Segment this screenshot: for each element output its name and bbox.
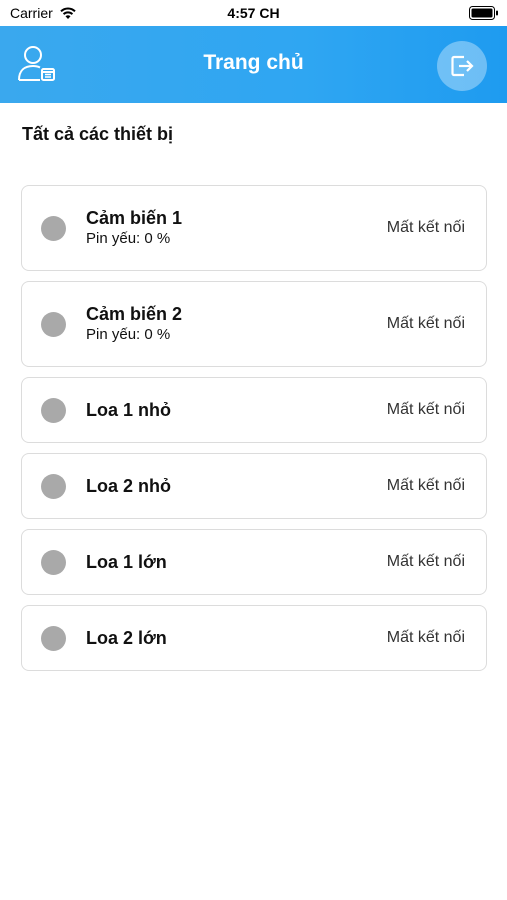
device-card-cam-bien-1[interactable]: Cảm biến 1 Pin yếu: 0 % Mất kết nối: [21, 185, 487, 271]
status-dot: [41, 550, 66, 575]
device-name: Cảm biến 2: [86, 304, 183, 324]
status-dot: [41, 312, 66, 337]
device-status: Mất kết nối: [386, 219, 465, 236]
app-header: Trang chủ: [0, 26, 507, 103]
device-card-loa-1-lon[interactable]: Loa 1 lớn Mất kết nối: [21, 529, 487, 595]
device-battery: Pin yếu: 0 %: [86, 326, 171, 343]
device-status: Mất kết nối: [386, 629, 465, 646]
device-status: Mất kết nối: [386, 553, 465, 570]
device-info: Cảm biến 1 Pin yếu: 0 %: [86, 207, 182, 249]
status-dot: [41, 474, 66, 499]
device-list: Cảm biến 1 Pin yếu: 0 % Mất kết nối Cảm …: [21, 185, 487, 681]
device-card-loa-1-nho[interactable]: Loa 1 nhỏ Mất kết nối: [21, 377, 487, 443]
page-title: Trang chủ: [203, 51, 304, 74]
section-title: Tất cả các thiết bị: [22, 124, 174, 144]
device-status: Mất kết nối: [386, 315, 465, 332]
device-info: Cảm biến 2 Pin yếu: 0 %: [86, 303, 182, 345]
status-dot: [41, 216, 66, 241]
device-info: Loa 1 nhỏ: [86, 399, 171, 421]
device-info: Loa 1 lớn: [86, 551, 167, 573]
clock: 4:57 CH: [227, 5, 280, 21]
status-dot: [41, 398, 66, 423]
device-status: Mất kết nối: [386, 401, 465, 418]
device-name: Loa 1 nhỏ: [86, 400, 171, 420]
device-name: Loa 2 lớn: [86, 628, 167, 648]
device-card-loa-2-nho[interactable]: Loa 2 nhỏ Mất kết nối: [21, 453, 487, 519]
device-card-cam-bien-2[interactable]: Cảm biến 2 Pin yếu: 0 % Mất kết nối: [21, 281, 487, 367]
logout-button[interactable]: [437, 41, 487, 91]
status-dot: [41, 626, 66, 651]
device-info: Loa 2 lớn: [86, 627, 167, 649]
logout-icon: [451, 55, 474, 77]
device-card-loa-2-lon[interactable]: Loa 2 lớn Mất kết nối: [21, 605, 487, 671]
battery-icon: [469, 6, 498, 20]
device-battery: Pin yếu: 0 %: [86, 230, 171, 247]
device-status: Mất kết nối: [386, 477, 465, 494]
device-name: Cảm biến 1: [86, 208, 183, 228]
device-info: Loa 2 nhỏ: [86, 475, 171, 497]
device-name: Loa 1 lớn: [86, 552, 167, 572]
status-bar: Carrier 4:57 CH: [0, 0, 507, 26]
device-name: Loa 2 nhỏ: [86, 476, 171, 496]
